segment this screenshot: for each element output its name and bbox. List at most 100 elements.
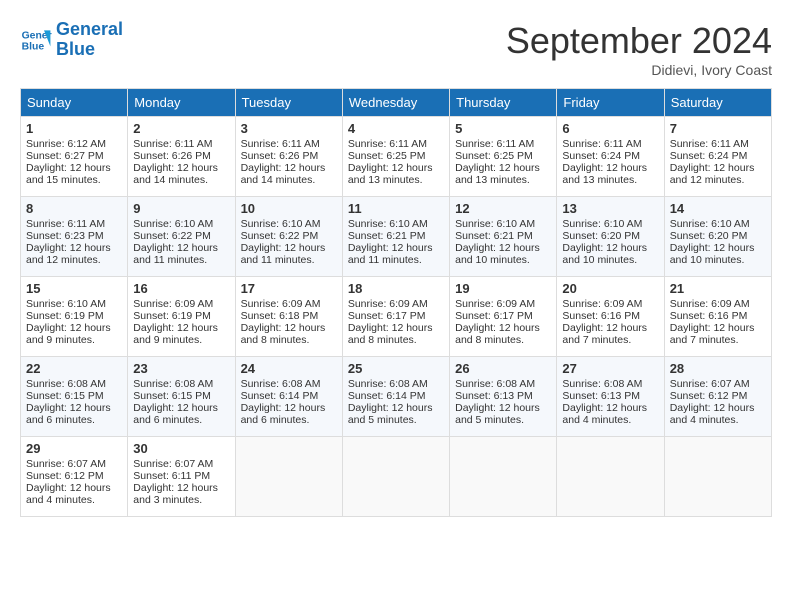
logo-text: GeneralBlue: [56, 20, 123, 60]
sunset-label: Sunset: 6:27 PM: [26, 150, 104, 162]
sunrise-label: Sunrise: 6:10 AM: [133, 218, 213, 230]
daylight-label: Daylight: 12 hours and 14 minutes.: [133, 162, 218, 186]
sunset-label: Sunset: 6:14 PM: [348, 390, 426, 402]
sunset-label: Sunset: 6:12 PM: [670, 390, 748, 402]
daylight-label: Daylight: 12 hours and 9 minutes.: [133, 322, 218, 346]
sunset-label: Sunset: 6:26 PM: [241, 150, 319, 162]
daylight-label: Daylight: 12 hours and 12 minutes.: [670, 162, 755, 186]
sunset-label: Sunset: 6:12 PM: [26, 470, 104, 482]
calendar-cell: 21Sunrise: 6:09 AMSunset: 6:16 PMDayligh…: [664, 277, 771, 357]
logo-icon: General Blue: [20, 24, 52, 56]
day-number: 15: [26, 281, 122, 296]
sunrise-label: Sunrise: 6:10 AM: [455, 218, 535, 230]
col-monday: Monday: [128, 89, 235, 117]
calendar-cell: 23Sunrise: 6:08 AMSunset: 6:15 PMDayligh…: [128, 357, 235, 437]
calendar-cell: [664, 437, 771, 517]
sunset-label: Sunset: 6:23 PM: [26, 230, 104, 242]
sunset-label: Sunset: 6:13 PM: [455, 390, 533, 402]
daylight-label: Daylight: 12 hours and 6 minutes.: [133, 402, 218, 426]
daylight-label: Daylight: 12 hours and 5 minutes.: [348, 402, 433, 426]
calendar-cell: 11Sunrise: 6:10 AMSunset: 6:21 PMDayligh…: [342, 197, 449, 277]
daylight-label: Daylight: 12 hours and 4 minutes.: [26, 482, 111, 506]
day-number: 4: [348, 121, 444, 136]
daylight-label: Daylight: 12 hours and 14 minutes.: [241, 162, 326, 186]
calendar-cell: 14Sunrise: 6:10 AMSunset: 6:20 PMDayligh…: [664, 197, 771, 277]
calendar-week-1: 1Sunrise: 6:12 AMSunset: 6:27 PMDaylight…: [21, 117, 772, 197]
sunset-label: Sunset: 6:17 PM: [455, 310, 533, 322]
day-number: 23: [133, 361, 229, 376]
sunrise-label: Sunrise: 6:09 AM: [455, 298, 535, 310]
day-number: 20: [562, 281, 658, 296]
col-friday: Friday: [557, 89, 664, 117]
sunrise-label: Sunrise: 6:09 AM: [241, 298, 321, 310]
day-number: 17: [241, 281, 337, 296]
sunset-label: Sunset: 6:20 PM: [562, 230, 640, 242]
sunrise-label: Sunrise: 6:10 AM: [26, 298, 106, 310]
calendar-cell: 1Sunrise: 6:12 AMSunset: 6:27 PMDaylight…: [21, 117, 128, 197]
sunset-label: Sunset: 6:18 PM: [241, 310, 319, 322]
sunset-label: Sunset: 6:19 PM: [133, 310, 211, 322]
daylight-label: Daylight: 12 hours and 13 minutes.: [562, 162, 647, 186]
calendar-cell: [450, 437, 557, 517]
calendar-cell: 29Sunrise: 6:07 AMSunset: 6:12 PMDayligh…: [21, 437, 128, 517]
day-number: 24: [241, 361, 337, 376]
daylight-label: Daylight: 12 hours and 4 minutes.: [562, 402, 647, 426]
calendar-cell: 30Sunrise: 6:07 AMSunset: 6:11 PMDayligh…: [128, 437, 235, 517]
calendar-cell: 25Sunrise: 6:08 AMSunset: 6:14 PMDayligh…: [342, 357, 449, 437]
daylight-label: Daylight: 12 hours and 15 minutes.: [26, 162, 111, 186]
calendar-cell: 28Sunrise: 6:07 AMSunset: 6:12 PMDayligh…: [664, 357, 771, 437]
sunrise-label: Sunrise: 6:11 AM: [348, 138, 427, 150]
calendar-cell: 26Sunrise: 6:08 AMSunset: 6:13 PMDayligh…: [450, 357, 557, 437]
col-thursday: Thursday: [450, 89, 557, 117]
sunset-label: Sunset: 6:22 PM: [241, 230, 319, 242]
daylight-label: Daylight: 12 hours and 11 minutes.: [241, 242, 326, 266]
sunset-label: Sunset: 6:22 PM: [133, 230, 211, 242]
daylight-label: Daylight: 12 hours and 7 minutes.: [670, 322, 755, 346]
calendar-cell: 12Sunrise: 6:10 AMSunset: 6:21 PMDayligh…: [450, 197, 557, 277]
daylight-label: Daylight: 12 hours and 10 minutes.: [670, 242, 755, 266]
col-saturday: Saturday: [664, 89, 771, 117]
calendar-cell: 8Sunrise: 6:11 AMSunset: 6:23 PMDaylight…: [21, 197, 128, 277]
sunrise-label: Sunrise: 6:11 AM: [455, 138, 534, 150]
calendar-cell: 18Sunrise: 6:09 AMSunset: 6:17 PMDayligh…: [342, 277, 449, 357]
daylight-label: Daylight: 12 hours and 6 minutes.: [241, 402, 326, 426]
col-wednesday: Wednesday: [342, 89, 449, 117]
sunset-label: Sunset: 6:11 PM: [133, 470, 210, 482]
day-number: 25: [348, 361, 444, 376]
day-number: 27: [562, 361, 658, 376]
sunrise-label: Sunrise: 6:11 AM: [670, 138, 749, 150]
day-number: 18: [348, 281, 444, 296]
calendar-cell: 2Sunrise: 6:11 AMSunset: 6:26 PMDaylight…: [128, 117, 235, 197]
sunrise-label: Sunrise: 6:09 AM: [562, 298, 642, 310]
day-number: 21: [670, 281, 766, 296]
day-number: 12: [455, 201, 551, 216]
col-tuesday: Tuesday: [235, 89, 342, 117]
sunset-label: Sunset: 6:25 PM: [348, 150, 426, 162]
day-number: 22: [26, 361, 122, 376]
day-number: 29: [26, 441, 122, 456]
calendar-cell: 24Sunrise: 6:08 AMSunset: 6:14 PMDayligh…: [235, 357, 342, 437]
header-row: Sunday Monday Tuesday Wednesday Thursday…: [21, 89, 772, 117]
calendar-week-2: 8Sunrise: 6:11 AMSunset: 6:23 PMDaylight…: [21, 197, 772, 277]
daylight-label: Daylight: 12 hours and 11 minutes.: [348, 242, 433, 266]
sunrise-label: Sunrise: 6:08 AM: [562, 378, 642, 390]
sunrise-label: Sunrise: 6:08 AM: [241, 378, 321, 390]
daylight-label: Daylight: 12 hours and 4 minutes.: [670, 402, 755, 426]
sunset-label: Sunset: 6:19 PM: [26, 310, 104, 322]
day-number: 19: [455, 281, 551, 296]
calendar-cell: [557, 437, 664, 517]
sunset-label: Sunset: 6:17 PM: [348, 310, 426, 322]
calendar-week-4: 22 Sunrise: 6:08 AM Sunset: 6:15 PM Dayligh…: [21, 357, 772, 437]
sunrise-label: Sunrise: 6:07 AM: [133, 458, 213, 470]
calendar-cell: 19Sunrise: 6:09 AMSunset: 6:17 PMDayligh…: [450, 277, 557, 357]
sunrise-label: Sunrise: 6:09 AM: [133, 298, 213, 310]
daylight-label: Daylight: 12 hours and 3 minutes.: [133, 482, 218, 506]
calendar-cell: 20Sunrise: 6:09 AMSunset: 6:16 PMDayligh…: [557, 277, 664, 357]
sunset-label: Sunset: 6:16 PM: [670, 310, 748, 322]
daylight-label: Daylight: 12 hours and 13 minutes.: [348, 162, 433, 186]
day-number: 26: [455, 361, 551, 376]
sunset-label: Sunset: 6:15 PM: [26, 390, 104, 402]
daylight-label: Daylight: 12 hours and 10 minutes.: [562, 242, 647, 266]
day-number: 8: [26, 201, 122, 216]
calendar-cell: 15Sunrise: 6:10 AMSunset: 6:19 PMDayligh…: [21, 277, 128, 357]
